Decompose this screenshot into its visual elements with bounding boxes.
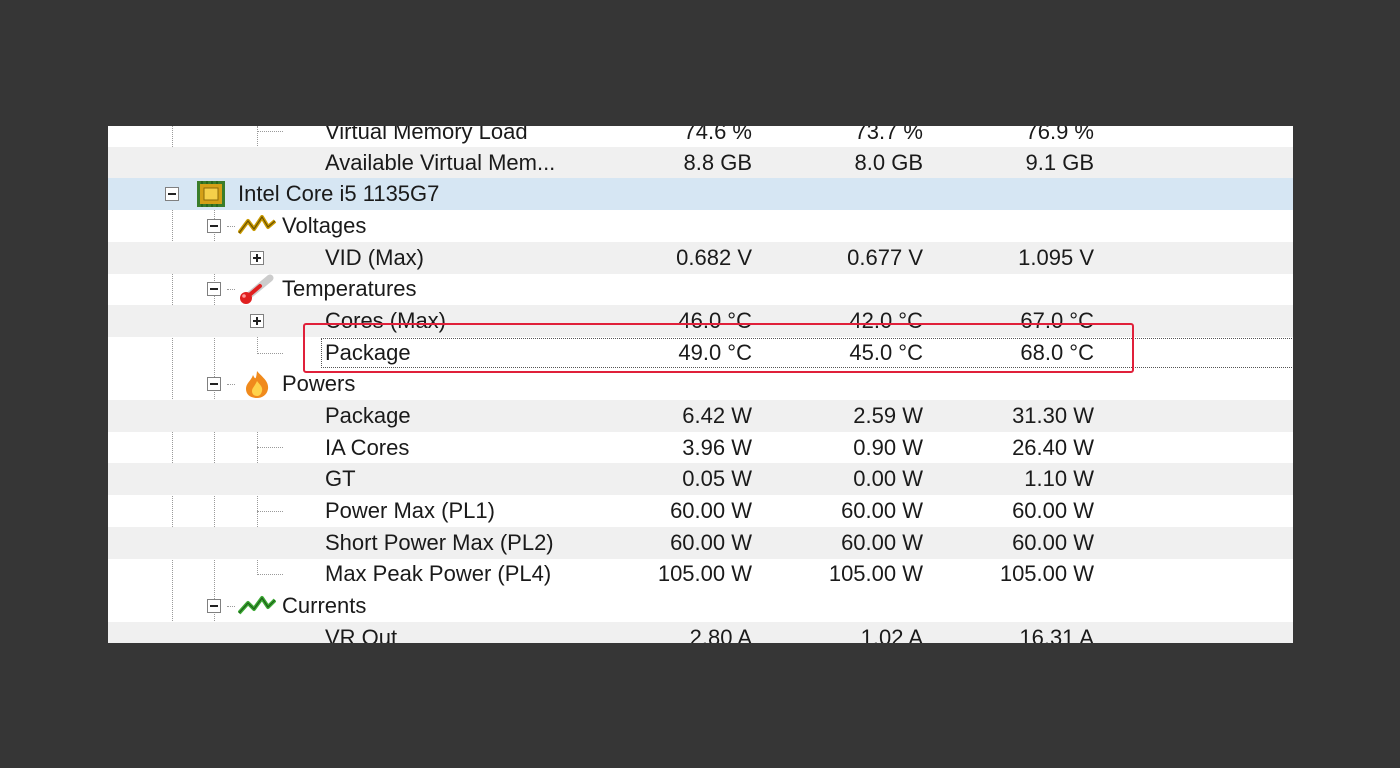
current-value: 60.00 W <box>670 498 752 523</box>
expand-toggle[interactable] <box>250 251 264 265</box>
cpu-chip-icon <box>196 180 226 213</box>
sensor-label: Power Max (PL1) <box>325 498 495 523</box>
min-value: 60.00 W <box>841 498 923 523</box>
table-row[interactable]: GT 0.05 W 0.00 W 1.10 W <box>108 463 1293 495</box>
current-value: 8.8 GB <box>683 150 752 175</box>
current-value: 0.05 W <box>682 466 752 491</box>
current-value: 60.00 W <box>670 530 752 555</box>
group-label: Intel Core i5 1135G7 <box>238 181 440 206</box>
table-row-cpu-group[interactable]: Intel Core i5 1135G7 <box>108 178 1293 210</box>
sensor-label: Short Power Max (PL2) <box>325 530 554 555</box>
sensor-label: Package <box>325 403 411 428</box>
min-value: 8.0 GB <box>854 150 923 175</box>
table-row[interactable]: VR Out 2.80 A 1.02 A 16.31 A <box>108 622 1293 643</box>
collapse-toggle[interactable] <box>207 377 221 391</box>
current-value: 6.42 W <box>682 403 752 428</box>
min-value: 0.677 V <box>847 245 923 270</box>
sensor-label: Max Peak Power (PL4) <box>325 561 552 586</box>
table-row[interactable]: Virtual Memory Load 74.6 % 73.7 % 76.9 % <box>108 126 1293 148</box>
category-label: Currents <box>282 593 367 618</box>
min-value: 0.90 W <box>853 435 923 460</box>
min-value: 2.59 W <box>853 403 923 428</box>
expand-toggle[interactable] <box>250 314 264 328</box>
max-value: 16.31 A <box>1019 625 1094 643</box>
category-label: Temperatures <box>282 276 417 301</box>
sensor-tree-panel: Virtual Memory Load 74.6 % 73.7 % 76.9 %… <box>108 126 1293 643</box>
collapse-toggle[interactable] <box>207 599 221 613</box>
current-value: 3.96 W <box>682 435 752 460</box>
current-value: 2.80 A <box>689 625 752 643</box>
sensor-label: GT <box>325 466 356 491</box>
max-value: 105.00 W <box>999 561 1094 586</box>
collapse-toggle[interactable] <box>165 187 179 201</box>
max-value: 1.095 V <box>1018 245 1094 270</box>
max-value: 1.10 W <box>1024 466 1094 491</box>
current-icon <box>237 595 277 622</box>
table-row-category[interactable]: Temperatures <box>108 273 1293 305</box>
category-label: Voltages <box>282 213 367 238</box>
sensor-label: Available Virtual Mem... <box>325 150 556 175</box>
current-value: 0.682 V <box>676 245 752 270</box>
max-value: 9.1 GB <box>1025 150 1094 175</box>
max-value: 26.40 W <box>1012 435 1094 460</box>
table-row[interactable]: Package 6.42 W 2.59 W 31.30 W <box>108 400 1293 432</box>
sensor-label: VR Out <box>325 625 398 643</box>
table-row-category[interactable]: Voltages <box>108 210 1293 242</box>
sensor-label: Virtual Memory Load <box>325 126 528 144</box>
table-row[interactable]: IA Cores 3.96 W 0.90 W 26.40 W <box>108 432 1293 464</box>
flame-icon <box>242 369 272 404</box>
current-value: 74.6 % <box>683 126 753 144</box>
thermometer-icon <box>238 274 276 309</box>
table-row[interactable]: VID (Max) 0.682 V 0.677 V 1.095 V <box>108 242 1293 274</box>
table-row-category[interactable]: Currents <box>108 590 1293 622</box>
max-value: 76.9 % <box>1025 126 1095 144</box>
min-value: 105.00 W <box>828 561 923 586</box>
max-value: 60.00 W <box>1012 530 1094 555</box>
max-value: 60.00 W <box>1012 498 1094 523</box>
table-row[interactable]: Short Power Max (PL2) 60.00 W 60.00 W 60… <box>108 527 1293 559</box>
table-row[interactable]: Power Max (PL1) 60.00 W 60.00 W 60.00 W <box>108 495 1293 527</box>
min-value: 73.7 % <box>854 126 924 144</box>
sensor-label: IA Cores <box>325 435 410 460</box>
max-value: 31.30 W <box>1012 403 1094 428</box>
collapse-toggle[interactable] <box>207 219 221 233</box>
min-value: 1.02 A <box>860 625 923 643</box>
table-row[interactable]: Max Peak Power (PL4) 105.00 W 105.00 W 1… <box>108 558 1293 590</box>
sensor-label: VID (Max) <box>325 245 424 270</box>
min-value: 0.00 W <box>853 466 923 491</box>
collapse-toggle[interactable] <box>207 282 221 296</box>
highlight-annotation <box>303 323 1134 373</box>
current-value: 105.00 W <box>657 561 752 586</box>
voltage-icon <box>237 215 277 242</box>
table-row[interactable]: Available Virtual Mem... 8.8 GB 8.0 GB 9… <box>108 147 1293 179</box>
min-value: 60.00 W <box>841 530 923 555</box>
